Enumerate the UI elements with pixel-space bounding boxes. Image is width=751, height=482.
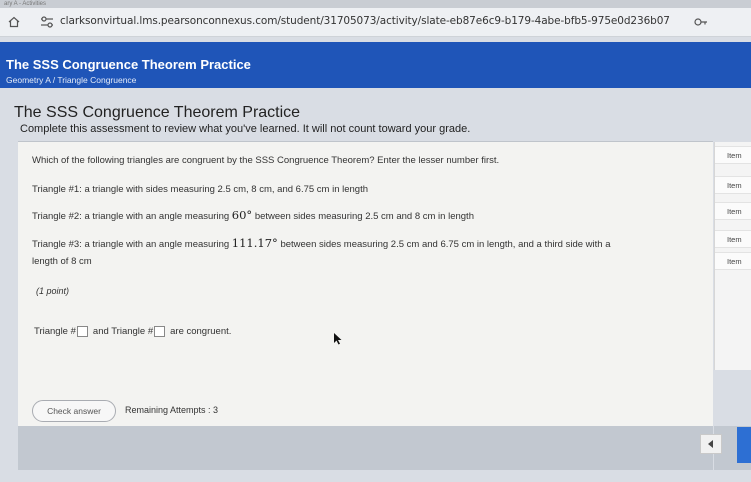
item-sidebar: Item Item Item Item Item xyxy=(714,142,751,370)
triangle-1-text: Triangle #1: a triangle with sides measu… xyxy=(32,184,369,195)
sidebar-item-3[interactable]: Item xyxy=(715,202,751,220)
answer-input-2[interactable] xyxy=(154,326,166,337)
points-label: (1 point) xyxy=(36,286,70,296)
triangle-3-text-a: Triangle #3: a triangle with an angle me… xyxy=(32,239,230,250)
sidebar-item-5[interactable]: Item xyxy=(715,252,751,270)
triangle-3-text-b: between sides measuring 2.5 cm and 6.75 … xyxy=(280,239,611,250)
answer-sentence: Triangle # and Triangle # are congruent. xyxy=(34,326,231,337)
address-bar[interactable]: clarksonvirtual.lms.pearsonconnexus.com/… xyxy=(0,8,751,37)
answer-input-1[interactable] xyxy=(76,326,88,337)
key-icon[interactable] xyxy=(694,16,708,28)
tab-title-fragment: ary A - Activities xyxy=(4,1,47,7)
triangle-2-text-b: between sides measuring 2.5 cm and 8 cm … xyxy=(254,211,474,222)
scrollbar-thumb[interactable] xyxy=(737,427,751,463)
remaining-attempts: Remaining Attempts : 3 xyxy=(125,405,219,415)
triangle-3-text-line2: length of 8 cm xyxy=(32,256,92,267)
url-text[interactable]: clarksonvirtual.lms.pearsonconnexus.com/… xyxy=(60,15,670,27)
check-answer-button[interactable]: Check answer xyxy=(32,400,116,422)
activity-header: The SSS Congruence Theorem Practice Geom… xyxy=(0,42,751,88)
home-icon[interactable] xyxy=(8,16,20,28)
breadcrumb[interactable]: Geometry A / Triangle Congruence xyxy=(6,75,136,85)
answer-text-2: and Triangle # xyxy=(92,326,154,337)
chevron-left-icon xyxy=(708,440,713,448)
triangle-3-text: Triangle #3: a triangle with an angle me… xyxy=(32,236,611,250)
scroll-left-button[interactable] xyxy=(700,434,722,454)
triangle-2-text: Triangle #2: a triangle with an angle me… xyxy=(32,208,474,222)
sidebar-item-1[interactable]: Item xyxy=(715,146,751,164)
page-subtitle: Complete this assessment to review what … xyxy=(20,123,471,135)
answer-text-3: are congruent. xyxy=(170,326,232,337)
sidebar-item-4[interactable]: Item xyxy=(715,230,751,248)
footer-band xyxy=(18,426,713,470)
browser-tab-strip: ary A - Activities xyxy=(0,0,751,8)
mouse-cursor-icon xyxy=(334,333,342,345)
page-title: The SSS Congruence Theorem Practice xyxy=(14,104,301,121)
triangle-2-text-a: Triangle #2: a triangle with an angle me… xyxy=(32,211,230,222)
header-title: The SSS Congruence Theorem Practice xyxy=(6,57,251,72)
sidebar-item-2[interactable]: Item xyxy=(715,176,751,194)
site-settings-icon[interactable] xyxy=(40,16,54,28)
answer-text-1: Triangle # xyxy=(34,326,76,337)
triangle-2-angle: 60° xyxy=(231,208,253,222)
question-prompt: Which of the following triangles are con… xyxy=(32,155,500,166)
triangle-3-angle: 111.17° xyxy=(231,236,278,250)
